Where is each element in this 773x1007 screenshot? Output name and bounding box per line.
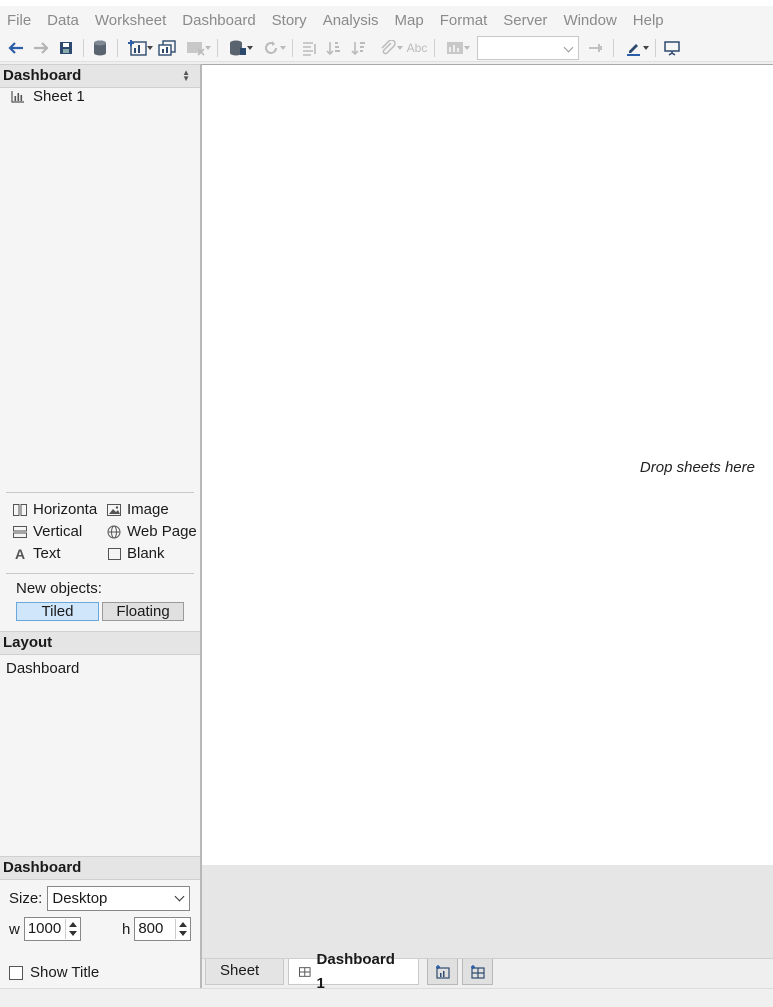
fix-axes-icon[interactable] [585,38,607,58]
height-label: h [122,920,131,938]
height-stepper[interactable]: 800 [134,917,192,941]
sheet-tab-bar: Sheet 1 Dashboard 1 [202,951,773,1003]
bar-chart-icon [11,91,24,103]
menu-dashboard[interactable]: Dashboard [182,12,255,29]
arrow-up-icon[interactable] [68,922,77,927]
horizontal-container-icon [13,503,27,517]
canvas-background [202,865,773,958]
stepper-arrows[interactable] [64,919,79,939]
menu-story[interactable]: Story [272,12,307,29]
fit-select[interactable] [477,35,579,60]
text-icon: A [14,545,26,562]
dashboard-side-panel: Dashboard ▲ ▼ Sheet 1 Horizonta Image Ver… [0,64,200,988]
sort-descending-icon[interactable] [348,38,370,58]
sort-icon[interactable]: ▲ ▼ [182,69,190,83]
new-dashboard-icon [470,964,485,979]
section-title: Layout [3,634,53,651]
menu-analysis[interactable]: Analysis [323,12,379,29]
redo-icon[interactable] [30,38,52,58]
chevron-down-icon [174,891,185,902]
pause-data-updates-icon[interactable] [223,38,253,58]
object-horizontal[interactable]: Horizonta [13,501,97,518]
blank-icon [107,547,121,561]
menu-format[interactable]: Format [440,12,488,29]
stepper-arrows[interactable] [175,919,189,939]
group-members-icon[interactable] [373,38,403,58]
object-text[interactable]: A Text [13,545,61,562]
toolbar-separator [83,38,84,57]
size-row: Size: Desktop [9,886,191,911]
chevron-down-icon [563,42,574,52]
presentation-mode-icon[interactable] [661,38,683,58]
menu-help[interactable]: Help [633,12,664,29]
new-worksheet-tab-button[interactable] [427,959,458,985]
width-stepper[interactable]: 1000 [23,917,81,941]
dashboard-size-header: Dashboard [0,856,200,880]
new-data-source-icon[interactable] [89,38,111,58]
menu-bar: File Data Worksheet Dashboard Story Anal… [0,0,773,34]
dashboard-canvas[interactable]: Drop sheets here [202,64,773,865]
new-dashboard-tab-button[interactable] [462,959,493,985]
toolbar-separator [117,38,118,57]
duplicate-sheet-icon[interactable] [156,38,178,58]
show-title-option[interactable]: Show Title [9,964,99,981]
menu-server[interactable]: Server [503,12,547,29]
menu-file[interactable]: File [7,12,31,29]
globe-icon [107,525,121,539]
toolbar: Abc [0,34,773,62]
undo-icon[interactable] [5,38,27,58]
new-objects-label: New objects: [16,580,102,597]
new-worksheet-icon[interactable] [123,38,153,58]
show-me-icon[interactable] [440,38,470,58]
drop-sheets-hint: Drop sheets here [639,459,755,476]
toolbar-separator [217,38,218,57]
status-bar [0,988,773,1003]
object-vertical[interactable]: Vertical [13,523,82,540]
section-title: Dashboard [3,67,82,84]
height-row: h 800 [122,917,192,941]
layout-header: Layout [0,631,200,655]
highlight-icon[interactable] [619,38,649,58]
toolbar-separator [655,38,656,57]
dashboard-icon [299,966,311,977]
tiled-button[interactable]: Tiled [16,602,99,621]
show-mark-labels-button[interactable]: Abc [406,38,428,58]
sheet-list-item[interactable]: Sheet 1 [11,88,85,105]
menu-map[interactable]: Map [395,12,424,29]
layout-tree-item[interactable]: Dashboard [6,660,79,677]
size-select[interactable]: Desktop [47,886,191,911]
new-worksheet-icon [435,964,450,979]
arrow-down-icon[interactable] [68,931,77,936]
size-label: Size: [9,890,43,907]
refresh-icon[interactable] [256,38,286,58]
width-label: w [9,920,20,938]
object-web-page[interactable]: Web Page [107,523,197,540]
swap-rows-columns-icon[interactable] [298,38,320,58]
menu-worksheet[interactable]: Worksheet [95,12,166,29]
menu-data[interactable]: Data [47,12,79,29]
arrow-up-icon[interactable] [179,922,188,927]
save-icon[interactable] [55,38,77,58]
image-icon [107,503,121,517]
sheet-label: Sheet 1 [33,88,85,105]
sort-ascending-icon[interactable] [323,38,345,58]
vertical-container-icon [13,525,27,539]
tab-dashboard-1[interactable]: Dashboard 1 [288,951,419,992]
divider [6,573,194,574]
object-blank[interactable]: Blank [107,545,165,562]
arrow-down-icon[interactable] [179,931,188,936]
divider [6,492,194,493]
clear-sheet-icon[interactable] [181,38,211,58]
tab-sheet-1[interactable]: Sheet 1 [205,959,284,1003]
toolbar-separator [434,38,435,57]
dashboard-sheets-header: Dashboard ▲ ▼ [0,64,200,88]
section-title: Dashboard [3,859,82,876]
toolbar-separator [292,38,293,57]
floating-button[interactable]: Floating [102,602,184,621]
toolbar-separator [613,38,614,57]
menu-window[interactable]: Window [563,12,616,29]
show-title-checkbox[interactable] [9,965,23,980]
object-image[interactable]: Image [107,501,169,518]
width-row: w 1000 [9,917,81,941]
